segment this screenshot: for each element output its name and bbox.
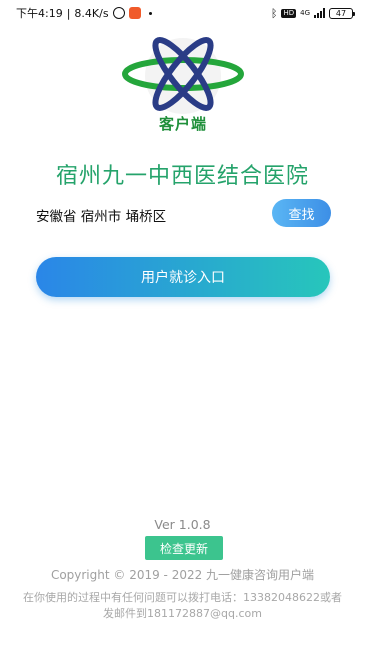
logo-text: 客户端: [158, 115, 207, 133]
check-update-button[interactable]: 检查更新: [145, 536, 223, 560]
hd-badge-icon: HD: [281, 8, 297, 18]
bluetooth-icon: ᛒ: [270, 6, 278, 20]
hospital-name: 宿州九一中西医结合医院: [55, 164, 309, 189]
battery-level: 47: [335, 8, 347, 18]
status-separator: |: [66, 6, 71, 20]
version-text: Ver 1.0.8: [154, 517, 211, 532]
search-button[interactable]: 查找: [272, 199, 331, 227]
app-logo: 客户端: [118, 34, 248, 134]
region-text: 安徽省 宿州市 埇桥区: [36, 209, 167, 225]
network-type: 4G: [300, 9, 310, 17]
contact-line-2: 发邮件到181172887@qq.com: [103, 607, 262, 620]
status-bar: 下午4:19 | 8.4K/s ᛒ HD 4G 47: [0, 0, 365, 26]
contact-line-1: 在你使用的过程中有任何问题可以拨打电话：13382048622或者: [23, 591, 342, 604]
status-bar-left: 下午4:19 | 8.4K/s: [16, 5, 152, 21]
app-notification-icon: [128, 7, 141, 19]
status-bar-right: ᛒ HD 4G 47: [270, 6, 355, 20]
network-speed: 8.4K/s: [74, 6, 109, 20]
alarm-clock-icon: [112, 7, 125, 19]
copyright-text: Copyright © 2019 - 2022 九一健康咨询用户端: [50, 568, 315, 582]
battery-icon: 47: [329, 7, 355, 19]
status-time: 下午4:19: [16, 7, 63, 20]
signal-strength-icon: [314, 8, 325, 18]
user-entry-button[interactable]: 用户就诊入口: [36, 257, 330, 297]
notification-dot-icon: [148, 11, 152, 15]
contact-info: 在你使用的过程中有任何问题可以拨打电话：13382048622或者 发邮件到18…: [0, 590, 365, 622]
